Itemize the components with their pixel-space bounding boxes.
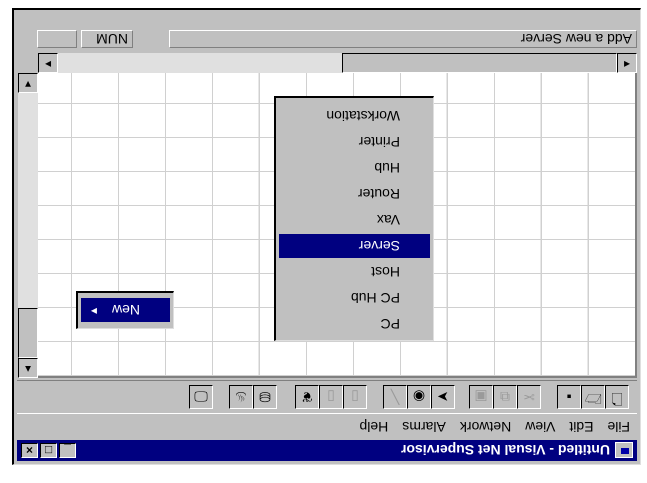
menu-view[interactable]: View: [518, 419, 562, 435]
horizontal-scrollbar[interactable]: ◄ ►: [38, 53, 637, 73]
cut-icon[interactable]: ✂: [517, 385, 541, 409]
maximize-button[interactable]: □: [40, 443, 57, 458]
submenu-item-workstation[interactable]: Workstation: [279, 104, 430, 128]
hscroll-thumb[interactable]: [342, 53, 617, 73]
save-icon[interactable]: ▪: [557, 385, 581, 409]
new-document-icon[interactable]: 🗋: [605, 385, 629, 409]
menu-item-new[interactable]: New ►: [81, 298, 170, 322]
close-button[interactable]: ×: [21, 443, 38, 458]
submenu-item-router[interactable]: Router: [279, 182, 430, 206]
app-icon: [615, 442, 633, 459]
submenu-item-hub[interactable]: Hub: [279, 156, 430, 180]
scroll-up-icon[interactable]: ▲: [18, 358, 38, 378]
copy-icon[interactable]: ⧉: [493, 385, 517, 409]
status-bar: Add a new Server NUM: [17, 27, 637, 51]
link-icon[interactable]: ╲: [383, 385, 407, 409]
zoom-icon[interactable]: ◉: [407, 385, 431, 409]
minimize-button[interactable]: _: [59, 443, 76, 458]
pointer-icon[interactable]: ➤: [431, 385, 455, 409]
submenu-item-pc[interactable]: PC: [279, 312, 430, 336]
title-bar[interactable]: Untitled - Visual Net Supervisor _ □ ×: [17, 440, 637, 461]
submenu-item-server[interactable]: Server: [279, 234, 430, 258]
window-title: Untitled - Visual Net Supervisor: [400, 442, 610, 459]
paste-icon[interactable]: ▣: [469, 385, 493, 409]
scroll-right-icon[interactable]: ►: [38, 53, 58, 73]
menu-file[interactable]: File: [600, 419, 637, 435]
submenu-item-printer[interactable]: Printer: [279, 130, 430, 154]
submenu-item-host[interactable]: Host: [279, 260, 430, 284]
menu-network[interactable]: Network: [453, 419, 518, 435]
scroll-down-icon[interactable]: ▼: [18, 73, 38, 93]
device2-icon[interactable]: ▯: [319, 385, 343, 409]
menu-edit[interactable]: Edit: [562, 419, 600, 435]
vertical-scrollbar[interactable]: ▲ ▼: [18, 73, 38, 378]
menu-alarms[interactable]: Alarms: [395, 419, 453, 435]
open-icon[interactable]: 🗁: [581, 385, 605, 409]
scroll-left-icon[interactable]: ◄: [617, 53, 637, 73]
toolbar: 🗋 🗁 ▪ ✂ ⧉ ▣ ➤ ◉ ╲ ▯ ▯ ❦ ⛁ ♨ 🖵: [17, 380, 637, 414]
context-menu: New ►: [76, 291, 174, 329]
alarm-icon[interactable]: ♨: [229, 385, 253, 409]
submenu-arrow-icon: ►: [89, 305, 99, 316]
menu-bar: File Edit View Network Alarms Help: [17, 416, 637, 438]
num-indicator: NUM: [81, 30, 133, 48]
main-window: Untitled - Visual Net Supervisor _ □ × F…: [12, 8, 641, 465]
device-icon[interactable]: ▯: [343, 385, 367, 409]
status-panel-empty: [37, 30, 77, 48]
scroll-thumb[interactable]: [18, 308, 38, 358]
status-message: Add a new Server: [169, 30, 637, 48]
submenu-item-pc-hub[interactable]: PC Hub: [279, 286, 430, 310]
new-submenu: PC PC Hub Host Server Vax Router Hub Pri…: [274, 96, 434, 341]
network-icon[interactable]: ⛁: [253, 385, 277, 409]
monitor-icon[interactable]: 🖵: [189, 385, 213, 409]
menu-item-new-label: New: [111, 302, 140, 318]
rotated-screenshot: Untitled - Visual Net Supervisor _ □ × F…: [0, 0, 647, 483]
footprints-icon[interactable]: ❦: [295, 385, 319, 409]
menu-help[interactable]: Help: [353, 419, 396, 435]
window-controls: _ □ ×: [21, 443, 76, 458]
submenu-item-vax[interactable]: Vax: [279, 208, 430, 232]
